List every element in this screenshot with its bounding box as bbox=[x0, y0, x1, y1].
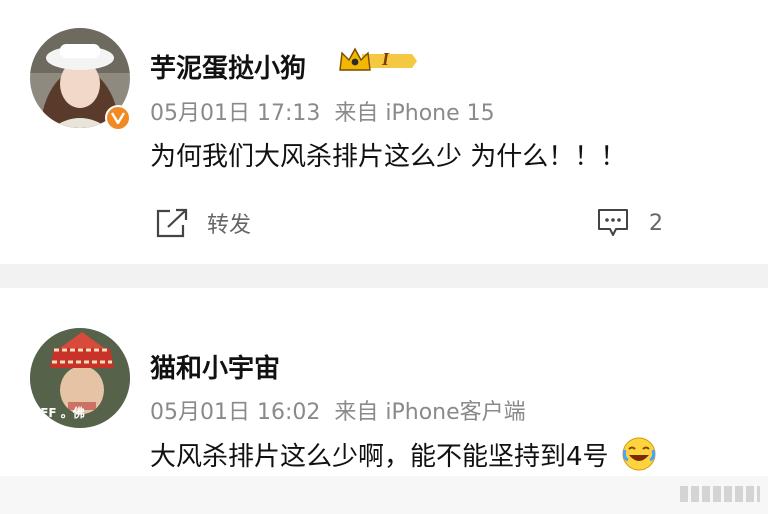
post-meta: 05月01日 17:13 来自 iPhone 15 bbox=[150, 95, 495, 127]
username[interactable]: 芋泥蛋挞小狗 bbox=[150, 48, 306, 85]
repost-button[interactable]: 转发 bbox=[155, 207, 251, 239]
post-divider bbox=[0, 264, 768, 288]
avatar[interactable]: EFF 。佛 bbox=[30, 328, 130, 428]
post-date: 05月01日 16:02 bbox=[150, 400, 321, 425]
post-content: 大风杀排片这么少啊，能不能坚持到4号 bbox=[150, 436, 657, 473]
post-content-text: 大风杀排片这么少啊，能不能坚持到4号 bbox=[150, 442, 609, 472]
comment-count: 2 bbox=[649, 210, 663, 236]
level-number: I bbox=[382, 49, 390, 69]
comment-button[interactable]: 2 bbox=[597, 208, 663, 238]
username[interactable]: 猫和小宇宙 bbox=[150, 348, 280, 385]
laugh-cry-emoji-icon bbox=[622, 437, 656, 471]
level-badge: I bbox=[338, 46, 418, 76]
avatar-caption: EFF 。佛 bbox=[32, 406, 85, 420]
verified-badge-icon bbox=[105, 105, 131, 131]
comment-icon bbox=[598, 209, 628, 236]
post-source: 来自 iPhone 15 bbox=[334, 101, 495, 126]
crown-icon bbox=[339, 47, 417, 71]
post-meta: 05月01日 16:02 来自 iPhone客户端 bbox=[150, 394, 526, 426]
post-card: 芋泥蛋挞小狗 I 05月01日 17:13 来自 iPhone 15 为何我们大… bbox=[0, 0, 768, 264]
bottom-fade bbox=[0, 476, 768, 514]
repost-icon bbox=[156, 208, 188, 238]
post-content: 为何我们大风杀排片这么少 为什么！！！ bbox=[150, 142, 627, 172]
watermark-icon bbox=[680, 486, 760, 502]
post-card: EFF 。佛 猫和小宇宙 05月01日 16:02 来自 iPhone客户端 大… bbox=[0, 288, 768, 514]
post-date: 05月01日 17:13 bbox=[150, 101, 321, 126]
repost-label: 转发 bbox=[207, 213, 252, 238]
post-source: 来自 iPhone客户端 bbox=[334, 400, 526, 425]
